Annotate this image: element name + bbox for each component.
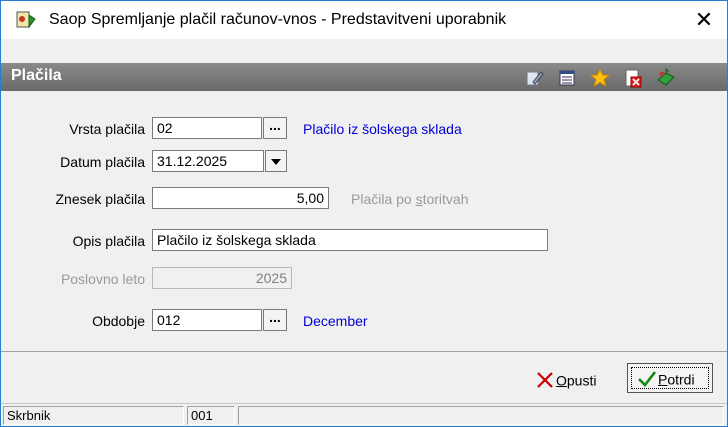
- payment-amount-field[interactable]: 5,00: [152, 187, 329, 209]
- status-extra: [238, 406, 724, 425]
- close-icon[interactable]: ✕: [695, 7, 713, 32]
- payment-date-field[interactable]: 31.12.2025: [152, 150, 264, 172]
- status-user-code: 001: [187, 406, 235, 425]
- close-button[interactable]: ✕: [681, 1, 727, 39]
- period-label: Obdobje: [92, 313, 145, 329]
- payment-type-label: Vrsta plačila: [69, 121, 145, 137]
- payment-type-field[interactable]: 02: [152, 117, 262, 139]
- confirm-button-label: Potrdi: [658, 371, 695, 388]
- payment-description-field[interactable]: Plačilo iz šolskega sklada: [152, 229, 548, 251]
- status-bar: Skrbnik 001: [1, 403, 727, 426]
- confirm-button[interactable]: Potrdi: [627, 363, 713, 393]
- window-title: Saop Spremljanje plačil računov-vnos - P…: [49, 11, 507, 28]
- fiscal-year-field: 2025: [152, 267, 292, 289]
- period-description: December: [303, 313, 368, 329]
- cancel-button[interactable]: Opusti: [534, 365, 620, 395]
- payment-form: Vrsta plačila 02 ... Plačilo iz šolskega…: [1, 91, 727, 351]
- edit-icon[interactable]: [524, 68, 544, 88]
- payment-date-label: Datum plačila: [60, 154, 145, 170]
- red-x-icon: [537, 372, 553, 389]
- fiscal-year-label: Poslovno leto: [60, 271, 145, 287]
- status-user-label: Skrbnik: [3, 406, 184, 425]
- list-icon[interactable]: [557, 68, 577, 88]
- dialog-window: Saop Spremljanje plačil računov-vnos - P…: [0, 0, 728, 427]
- app-icon: [16, 11, 36, 29]
- green-check-icon: [638, 371, 657, 388]
- period-lookup-button[interactable]: ...: [263, 309, 287, 331]
- footer-separator: [1, 351, 727, 352]
- title-bar: Saop Spremljanje plačil računov-vnos - P…: [1, 1, 727, 39]
- payment-date-dropdown-button[interactable]: [265, 150, 287, 172]
- period-field[interactable]: 012: [152, 309, 262, 331]
- panel-header: Plačila: [1, 63, 727, 91]
- payment-type-description: Plačilo iz šolskega sklada: [303, 121, 462, 137]
- cancel-button-label: Opusti: [556, 372, 597, 389]
- payment-type-lookup-button[interactable]: ...: [263, 117, 287, 139]
- exit-book-icon[interactable]: [656, 68, 676, 88]
- star-icon[interactable]: [590, 68, 610, 88]
- delete-document-icon[interactable]: [623, 68, 643, 88]
- payment-description-label: Opis plačila: [72, 233, 145, 249]
- panel-title: Plačila: [11, 67, 62, 84]
- payments-by-services-link[interactable]: Plačila po storitvah: [351, 191, 469, 207]
- payment-amount-label: Znesek plačila: [55, 191, 146, 207]
